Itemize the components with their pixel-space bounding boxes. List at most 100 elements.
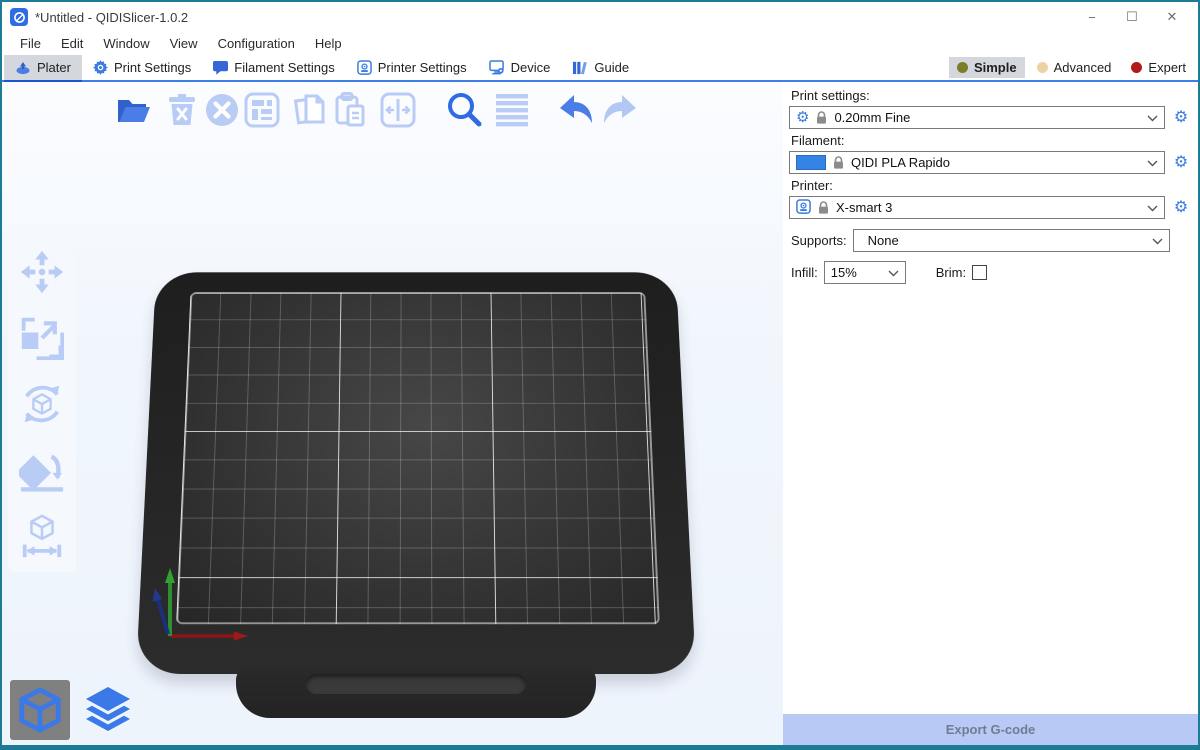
flatten-icon[interactable] (18, 446, 66, 494)
delete-all-icon[interactable] (202, 90, 242, 130)
printer-label: Printer: (791, 178, 1192, 193)
rotate-icon[interactable] (18, 380, 66, 428)
search-icon[interactable] (444, 90, 484, 130)
tab-label: Device (511, 60, 551, 75)
simple-mode-dot-icon (957, 62, 968, 73)
device-icon (489, 60, 505, 75)
tab-plater[interactable]: Plater (4, 55, 82, 80)
brim-checkbox[interactable] (972, 265, 987, 280)
chevron-down-icon (1147, 110, 1158, 125)
layers-list-icon[interactable] (492, 90, 532, 130)
menubar: File Edit Window View Configuration Help (2, 32, 1198, 55)
window-title: *Untitled - QIDISlicer-1.0.2 (35, 10, 188, 25)
tab-printer-settings[interactable]: Printer Settings (346, 55, 478, 80)
paste-icon[interactable] (330, 90, 370, 130)
mode-expert[interactable]: Expert (1123, 57, 1194, 78)
mode-label: Advanced (1054, 60, 1112, 75)
filament-gear-button[interactable]: ⚙ (1170, 152, 1192, 174)
mode-simple[interactable]: Simple (949, 57, 1025, 78)
tab-device[interactable]: Device (478, 55, 562, 80)
tab-label: Filament Settings (234, 60, 334, 75)
lock-icon (816, 111, 827, 124)
filament-icon (213, 60, 228, 75)
tab-label: Print Settings (114, 60, 191, 75)
infill-value: 15% (831, 265, 857, 280)
chevron-down-icon (1147, 200, 1158, 215)
menu-view[interactable]: View (160, 34, 208, 53)
menu-edit[interactable]: Edit (51, 34, 93, 53)
brim-label: Brim: (936, 265, 966, 280)
gear-icon: ⚙ (796, 110, 809, 125)
printer-gear-button[interactable]: ⚙ (1170, 197, 1192, 219)
infill-label: Infill: (791, 265, 818, 280)
view-layers-icon[interactable] (78, 680, 138, 740)
lock-icon (818, 201, 829, 214)
supports-value: None (860, 233, 899, 248)
top-toolbar (114, 87, 638, 133)
mode-label: Expert (1148, 60, 1186, 75)
print-settings-label: Print settings: (791, 88, 1192, 103)
tab-print-settings[interactable]: Print Settings (82, 55, 202, 80)
chevron-down-icon (888, 265, 899, 280)
filament-label: Filament: (791, 133, 1192, 148)
printer-icon (796, 199, 811, 217)
mode-advanced[interactable]: Advanced (1029, 57, 1120, 78)
tab-label: Guide (594, 60, 629, 75)
left-toolbar (8, 236, 76, 572)
lock-icon (833, 156, 844, 169)
supports-combo[interactable]: None (853, 229, 1170, 252)
printer-value: X-smart 3 (836, 200, 892, 215)
filament-value: QIDI PLA Rapido (851, 155, 950, 170)
tabbar: Plater Print Settings Filament Settings … (2, 55, 1198, 82)
print-settings-gear-button[interactable]: ⚙ (1170, 107, 1192, 129)
viewport-3d[interactable] (2, 82, 783, 745)
print-settings-combo[interactable]: ⚙ 0.20mm Fine (789, 106, 1165, 129)
menu-help[interactable]: Help (305, 34, 352, 53)
menu-window[interactable]: Window (93, 34, 159, 53)
app-window: *Untitled - QIDISlicer-1.0.2 − ☐ ✕ File … (0, 0, 1200, 750)
mode-label: Simple (974, 60, 1017, 75)
app-logo-icon (10, 8, 28, 26)
titlebar: *Untitled - QIDISlicer-1.0.2 − ☐ ✕ (2, 2, 1198, 32)
menu-file[interactable]: File (10, 34, 51, 53)
copy-icon[interactable] (290, 90, 330, 130)
bed-handle-recess (306, 674, 526, 694)
advanced-mode-dot-icon (1037, 62, 1048, 73)
filament-combo[interactable]: QIDI PLA Rapido (789, 151, 1165, 174)
minimize-icon[interactable]: − (1072, 4, 1112, 30)
split-panes-icon[interactable] (378, 90, 418, 130)
chevron-down-icon (1147, 155, 1158, 170)
settings-panel: Print settings: ⚙ 0.20mm Fine ⚙ Filament… (783, 82, 1198, 745)
close-icon[interactable]: ✕ (1152, 4, 1192, 30)
move-icon[interactable] (18, 248, 66, 296)
tab-label: Printer Settings (378, 60, 467, 75)
tab-guide[interactable]: Guide (561, 55, 640, 80)
trash-delete-icon[interactable] (162, 90, 202, 130)
tab-filament-settings[interactable]: Filament Settings (202, 55, 345, 80)
view-switcher (10, 680, 138, 740)
print-settings-value: 0.20mm Fine (834, 110, 910, 125)
folder-open-icon[interactable] (114, 90, 154, 130)
infill-combo[interactable]: 15% (824, 261, 906, 284)
chevron-down-icon (1152, 233, 1163, 248)
plater-icon (15, 61, 31, 75)
export-gcode-button[interactable]: Export G-code (783, 714, 1198, 745)
axis-gizmo-icon (144, 564, 264, 642)
printer-icon (357, 60, 372, 75)
undo-icon[interactable] (558, 90, 598, 130)
gear-icon (93, 60, 108, 75)
bed-handle (236, 666, 596, 718)
measure-icon[interactable] (18, 512, 66, 560)
print-bed-3d[interactable] (136, 226, 696, 726)
mode-selector: Simple Advanced Expert (949, 55, 1198, 80)
printer-combo[interactable]: X-smart 3 (789, 196, 1165, 219)
menu-configuration[interactable]: Configuration (208, 34, 305, 53)
guide-icon (572, 60, 588, 75)
arrange-grid-icon[interactable] (242, 90, 282, 130)
scale-icon[interactable] (18, 314, 66, 362)
supports-label: Supports: (791, 233, 847, 248)
tab-label: Plater (37, 60, 71, 75)
maximize-icon[interactable]: ☐ (1112, 4, 1152, 30)
redo-icon[interactable] (598, 90, 638, 130)
view-3d-cube-icon[interactable] (10, 680, 70, 740)
